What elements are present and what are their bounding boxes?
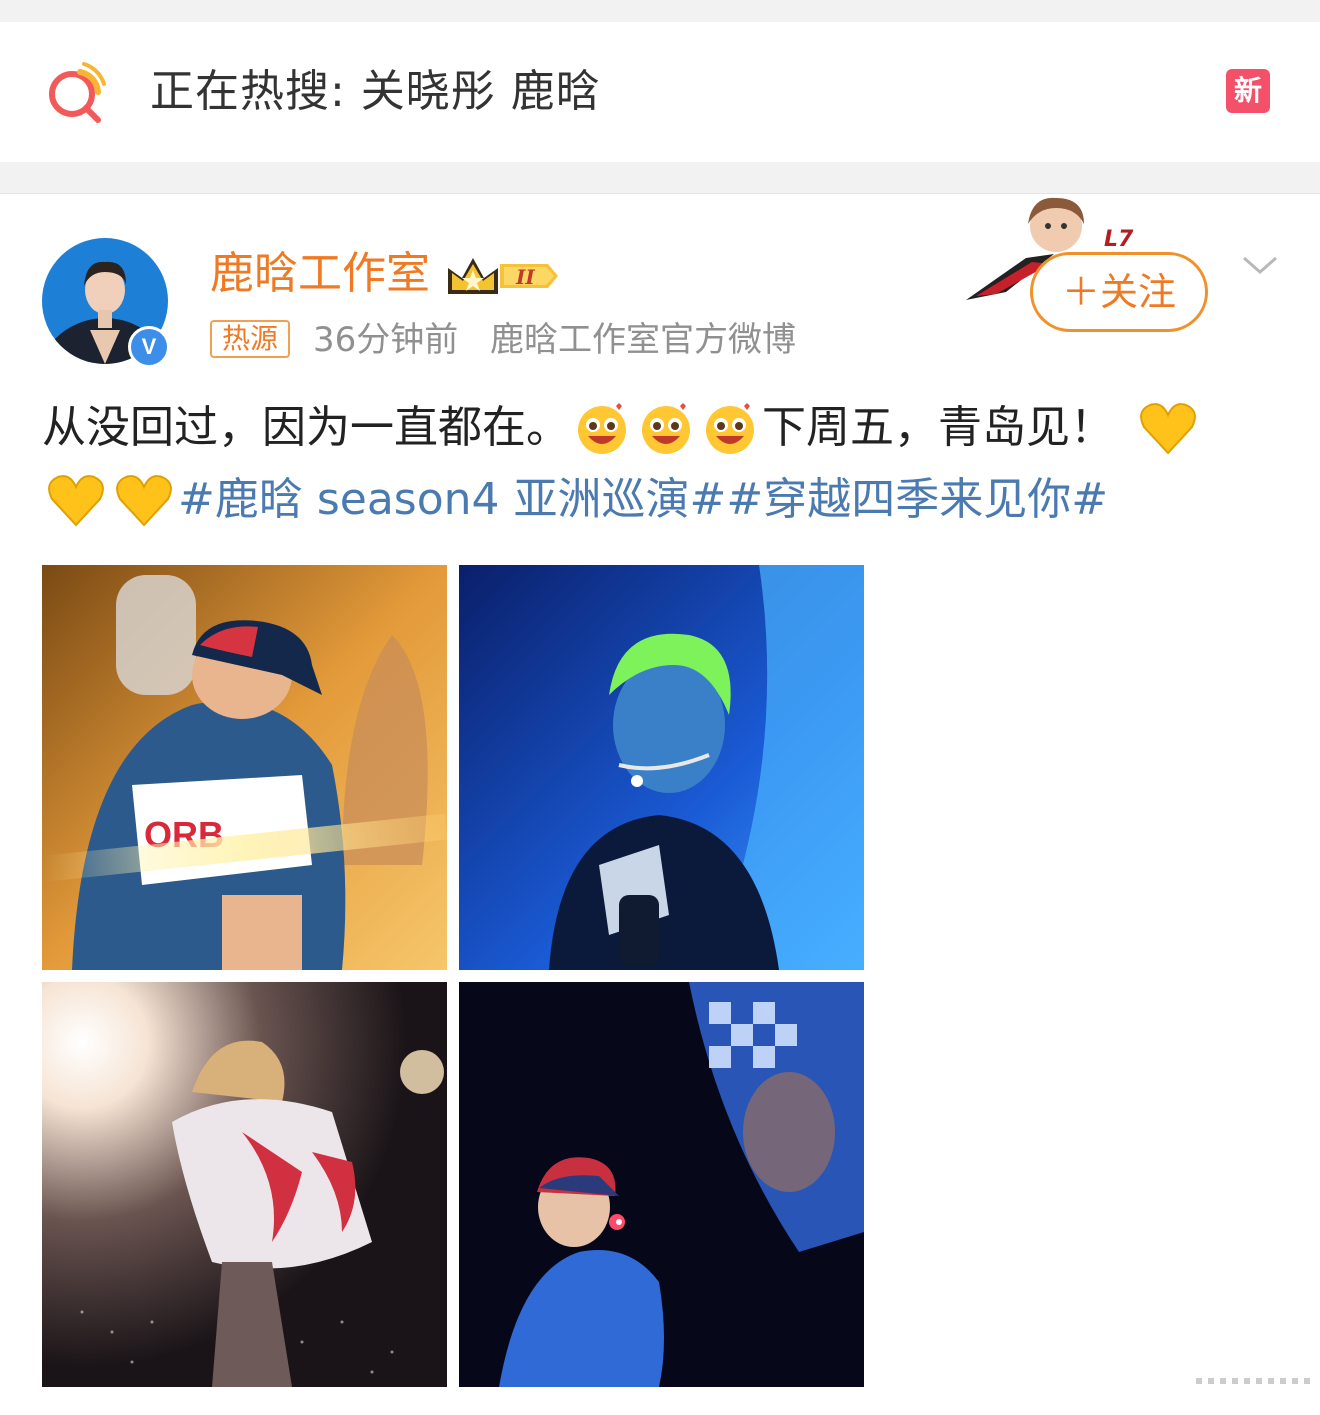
source-tag: 热源	[210, 320, 291, 358]
crown-member-badge-icon[interactable]: II	[444, 254, 562, 298]
concert-photo-4[interactable]	[459, 982, 864, 1387]
new-badge: 新	[1226, 69, 1270, 113]
yellow-heart-emoji	[116, 475, 172, 527]
page-corner-mark	[1196, 1378, 1310, 1384]
svg-text:II: II	[515, 265, 535, 289]
concert-photo-2[interactable]	[459, 565, 864, 970]
search-trend-icon	[49, 62, 106, 123]
svg-text:L7: L7	[1104, 227, 1134, 252]
follow-button[interactable]: ＋关注	[1030, 252, 1208, 332]
concert-photo-3[interactable]	[42, 982, 447, 1387]
top-spacer	[0, 0, 1320, 22]
heart-eyes-emoji	[578, 403, 626, 454]
hot-search-label: 正在热搜: 关晓彤 鹿晗	[150, 66, 601, 117]
post-source: 鹿晗工作室官方微博	[490, 320, 796, 360]
hashtag-seasons[interactable]: #穿越四季来见你#	[726, 464, 1108, 536]
post-time: 36分钟前	[313, 320, 459, 360]
heart-eyes-emoji	[706, 403, 754, 454]
post-text-part1: 从没回过，因为一直都在。	[42, 402, 570, 453]
verified-badge-icon: V	[128, 326, 170, 368]
post-content: 从没回过，因为一直都在。 下周五，青岛见！ #鹿晗 season4 亚洲巡演# …	[42, 392, 1282, 536]
hot-search-bar[interactable]: 正在热搜: 关晓彤 鹿晗 新	[0, 22, 1320, 162]
yellow-heart-emoji	[1140, 403, 1196, 455]
chevron-down-icon[interactable]	[1240, 250, 1280, 280]
post-text-part2: 下周五，青岛见！	[762, 402, 1114, 453]
yellow-heart-emoji	[48, 475, 104, 527]
hashtag-tour[interactable]: #鹿晗 season4 亚洲巡演#	[178, 464, 726, 536]
concert-photo-1[interactable]: ORB	[42, 565, 447, 970]
section-divider	[0, 162, 1320, 194]
author-name[interactable]: 鹿晗工作室	[210, 246, 430, 302]
heart-eyes-emoji	[642, 403, 690, 454]
